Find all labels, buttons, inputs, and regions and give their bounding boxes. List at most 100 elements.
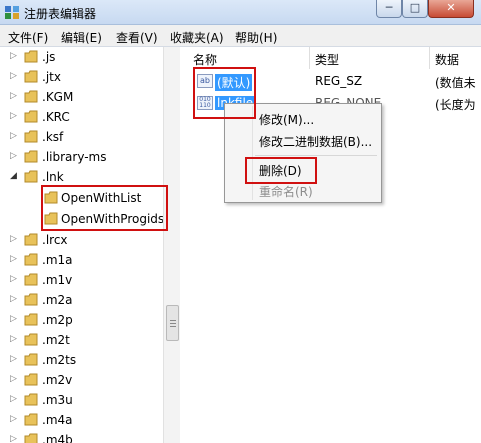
- regedit-icon: [5, 6, 19, 19]
- tree-item-label: .m1a: [42, 253, 73, 267]
- folder-icon: [24, 233, 38, 246]
- expand-arrow-icon[interactable]: ▷: [10, 151, 17, 161]
- tree-item-label: .lrcx: [42, 233, 68, 247]
- tree-item-label: .jtx: [42, 70, 61, 84]
- column-divider[interactable]: [429, 47, 430, 69]
- folder-icon: [24, 273, 38, 286]
- registry-editor-window: 注册表编辑器 ─ □ ✕ 文件(F) 编辑(E) 查看(V) 收藏夹(A) 帮助…: [0, 0, 481, 443]
- expand-arrow-icon[interactable]: ▷: [10, 434, 17, 443]
- expand-arrow-icon[interactable]: ▷: [10, 374, 17, 384]
- value-data: (长度为: [435, 98, 476, 112]
- highlight-delete-box: [245, 157, 317, 184]
- value-type: REG_SZ: [315, 74, 363, 88]
- tree-item[interactable]: ▷ .m4b: [0, 430, 165, 443]
- folder-icon: [24, 413, 38, 426]
- menu-item-rename[interactable]: 重命名(R): [259, 183, 313, 200]
- tree-item[interactable]: ▷ .KRC: [0, 107, 165, 127]
- expand-arrow-icon[interactable]: ▷: [10, 91, 17, 101]
- folder-icon: [24, 170, 38, 183]
- menu-file[interactable]: 文件(F): [8, 29, 48, 46]
- expand-arrow-icon[interactable]: ▷: [10, 111, 17, 121]
- expand-arrow-icon[interactable]: ▷: [10, 274, 17, 284]
- tree-item[interactable]: ▷ .m1a: [0, 250, 165, 270]
- tree-item[interactable]: ▷ .m2p: [0, 310, 165, 330]
- tree-item[interactable]: ▷ .m4a: [0, 410, 165, 430]
- menu-bar: 文件(F) 编辑(E) 查看(V) 收藏夹(A) 帮助(H): [0, 25, 481, 47]
- tree-item-label: .lnk: [42, 170, 64, 184]
- tree-item-label: .m1v: [42, 273, 73, 287]
- folder-icon: [24, 433, 38, 443]
- minimize-icon: ─: [385, 1, 393, 14]
- folder-icon: [24, 90, 38, 103]
- menu-edit[interactable]: 编辑(E): [61, 29, 102, 46]
- tree-item-label: .m2a: [42, 293, 73, 307]
- folder-icon: [24, 253, 38, 266]
- registry-key-tree[interactable]: ▷ .js ▷ .jtx ▷ .KGM ▷ .KRC ▷ .ksf ▷ .library-m…: [0, 47, 166, 443]
- tree-item-label: .KRC: [42, 110, 70, 124]
- expand-arrow-icon[interactable]: ▷: [10, 314, 17, 324]
- tree-item[interactable]: ◢ .lnk: [0, 167, 165, 187]
- expand-arrow-icon[interactable]: ▷: [10, 334, 17, 344]
- folder-icon: [24, 293, 38, 306]
- menu-gutter: [252, 106, 253, 200]
- expand-arrow-icon[interactable]: ▷: [10, 234, 17, 244]
- expand-arrow-icon[interactable]: ▷: [10, 294, 17, 304]
- expand-arrow-icon[interactable]: ▷: [10, 131, 17, 141]
- tree-item-label: .library-ms: [42, 150, 107, 164]
- tree-item-label: .m4b: [42, 433, 73, 443]
- folder-icon: [24, 393, 38, 406]
- tree-scrollbar[interactable]: [163, 47, 180, 443]
- expand-arrow-icon[interactable]: ▷: [10, 254, 17, 264]
- tree-item[interactable]: ▷ .ksf: [0, 127, 165, 147]
- expand-arrow-icon[interactable]: ▷: [10, 354, 17, 364]
- tree-item[interactable]: ▷ .m2ts: [0, 350, 165, 370]
- collapse-arrow-icon[interactable]: ◢: [10, 171, 17, 181]
- expand-arrow-icon[interactable]: ▷: [10, 51, 17, 61]
- tree-item[interactable]: ▷ .m2t: [0, 330, 165, 350]
- tree-item[interactable]: ▷ .lrcx: [0, 230, 165, 250]
- tree-item-label: .m2p: [42, 313, 73, 327]
- maximize-button[interactable]: □: [402, 0, 428, 18]
- column-header-type[interactable]: 类型: [315, 47, 339, 69]
- tree-item[interactable]: ▷ .js: [0, 47, 165, 67]
- menu-view[interactable]: 查看(V): [116, 29, 158, 46]
- tree-item[interactable]: ▷ .library-ms: [0, 147, 165, 167]
- highlight-subkeys-box: [41, 185, 168, 231]
- expand-arrow-icon[interactable]: ▷: [10, 394, 17, 404]
- menu-favorites[interactable]: 收藏夹(A): [170, 29, 224, 46]
- folder-icon: [24, 50, 38, 63]
- tree-item[interactable]: ▷ .m1v: [0, 270, 165, 290]
- close-button[interactable]: ✕: [428, 0, 474, 18]
- tree-item-label: .m2t: [42, 333, 70, 347]
- folder-icon: [24, 110, 38, 123]
- tree-item-label: .js: [42, 50, 56, 64]
- tree-item-label: .KGM: [42, 90, 74, 104]
- column-header-name[interactable]: 名称: [193, 47, 217, 69]
- minimize-button[interactable]: ─: [376, 0, 402, 18]
- column-divider[interactable]: [309, 47, 310, 69]
- menu-help[interactable]: 帮助(H): [235, 29, 277, 46]
- tree-item[interactable]: ▷ .jtx: [0, 67, 165, 87]
- folder-icon: [24, 353, 38, 366]
- tree-item[interactable]: ▷ .m3u: [0, 390, 165, 410]
- expand-arrow-icon[interactable]: ▷: [10, 414, 17, 424]
- tree-item-label: .m3u: [42, 393, 73, 407]
- tree-item[interactable]: ▷ .m2a: [0, 290, 165, 310]
- scrollbar-thumb[interactable]: [166, 305, 179, 341]
- folder-icon: [24, 333, 38, 346]
- tree-item-label: .ksf: [42, 130, 64, 144]
- value-data: (数值未: [435, 76, 476, 90]
- tree-item[interactable]: ▷ .KGM: [0, 87, 165, 107]
- folder-icon: [24, 70, 38, 83]
- menu-item-modify-binary[interactable]: 修改二进制数据(B)...: [259, 133, 372, 150]
- folder-icon: [24, 150, 38, 163]
- column-header-data[interactable]: 数据: [435, 47, 459, 69]
- expand-arrow-icon[interactable]: ▷: [10, 71, 17, 81]
- maximize-icon: □: [409, 1, 421, 14]
- folder-icon: [24, 373, 38, 386]
- title-bar: 注册表编辑器 ─ □ ✕: [0, 0, 481, 25]
- folder-icon: [24, 130, 38, 143]
- menu-item-modify[interactable]: 修改(M)...: [259, 111, 314, 128]
- tree-item-label: .m4a: [42, 413, 73, 427]
- tree-item[interactable]: ▷ .m2v: [0, 370, 165, 390]
